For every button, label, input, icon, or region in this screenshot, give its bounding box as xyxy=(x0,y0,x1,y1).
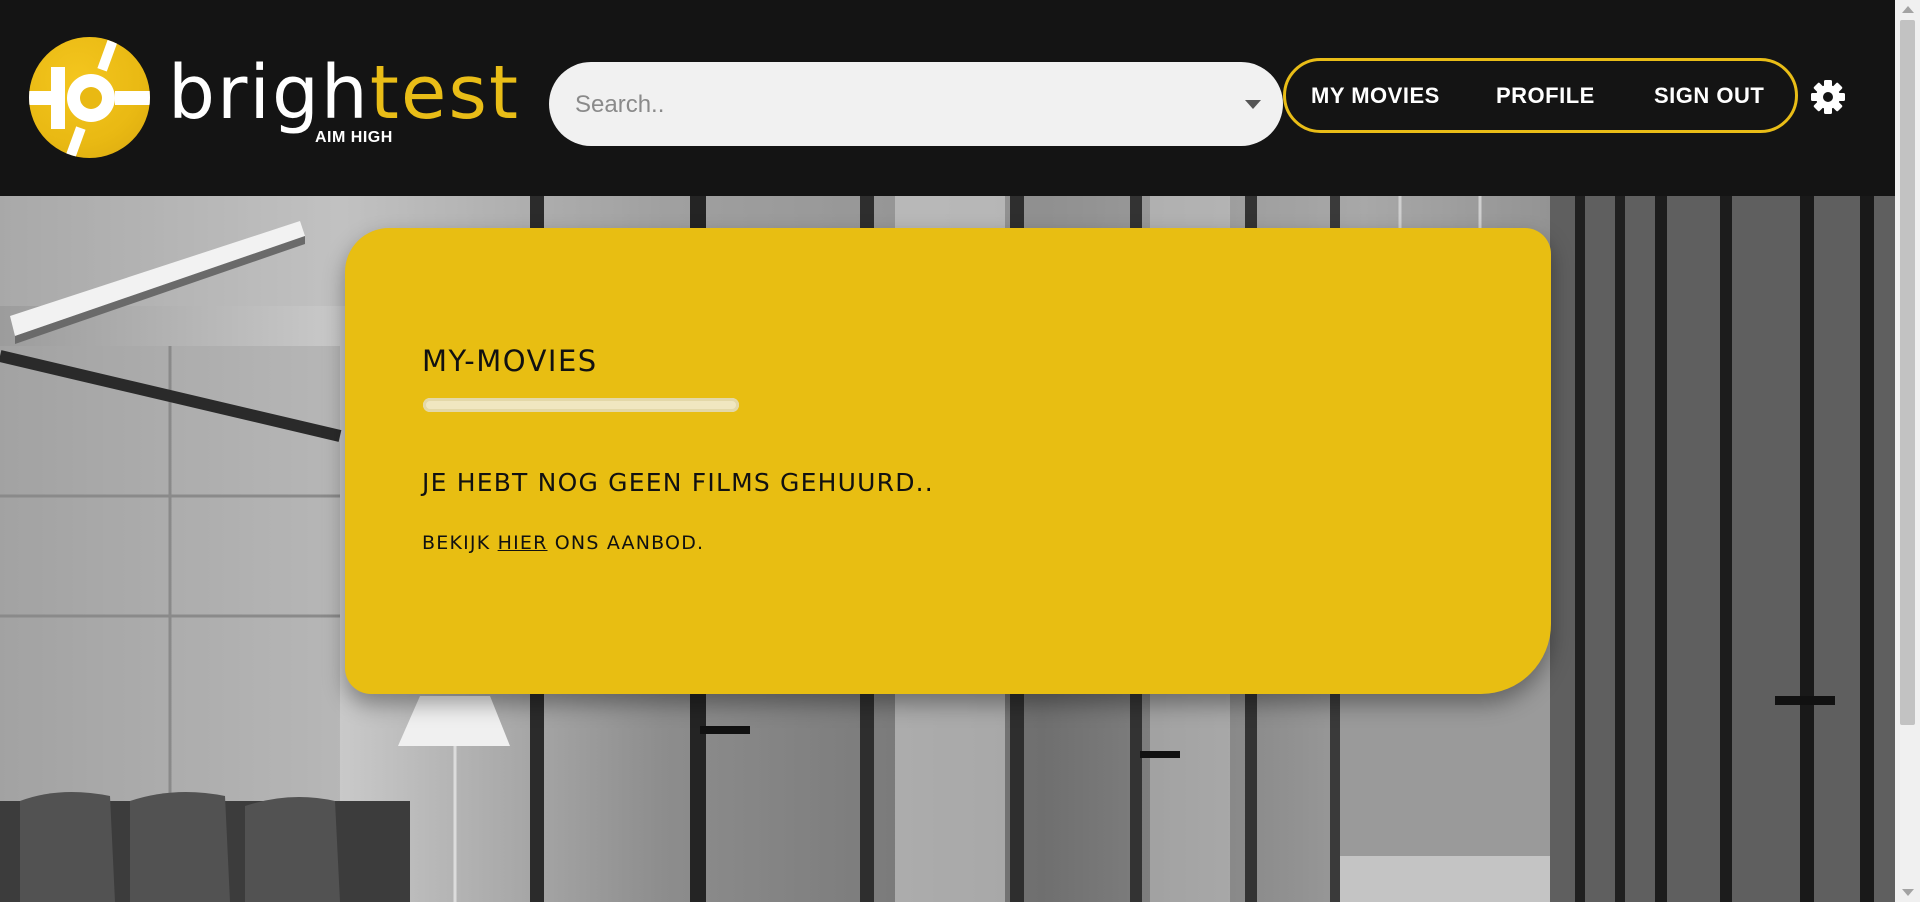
header: brightest AIM HIGH MY MOVIES PROFILE SIG… xyxy=(0,0,1895,196)
nav-my-movies[interactable]: MY MOVIES xyxy=(1311,61,1440,130)
page-title: MY-MOVIES xyxy=(422,344,598,378)
brand-logo[interactable]: brightest AIM HIGH xyxy=(29,37,518,161)
empty-state-text-after: ONS AANBOD. xyxy=(547,532,705,554)
brand-name-part2: test xyxy=(369,50,520,136)
caret-down-icon[interactable] xyxy=(1245,100,1261,109)
search-bar xyxy=(549,62,1283,148)
scroll-up-icon[interactable] xyxy=(1902,6,1914,13)
title-divider xyxy=(423,398,739,412)
page: brightest AIM HIGH MY MOVIES PROFILE SIG… xyxy=(0,0,1920,902)
empty-state-text: BEKIJK HIER ONS AANBOD. xyxy=(422,532,704,554)
brand-tagline: AIM HIGH xyxy=(315,129,393,146)
scroll-down-icon[interactable] xyxy=(1902,889,1914,896)
scrollbar-thumb[interactable] xyxy=(1900,20,1915,725)
browse-catalog-link[interactable]: HIER xyxy=(498,532,548,554)
empty-state-heading: JE HEBT NOG GEEN FILMS GEHUURD.. xyxy=(422,468,934,497)
search-input[interactable] xyxy=(573,62,1217,148)
gear-icon[interactable] xyxy=(1811,80,1845,114)
brand-name-part1: brigh xyxy=(168,50,370,136)
nav-sign-out[interactable]: SIGN OUT xyxy=(1654,61,1764,130)
logo-mark-icon xyxy=(29,37,150,158)
main-nav: MY MOVIES PROFILE SIGN OUT xyxy=(1283,58,1798,133)
nav-profile[interactable]: PROFILE xyxy=(1496,61,1595,130)
page-scrollbar[interactable] xyxy=(1895,0,1920,902)
brand-wordmark: brightest xyxy=(168,53,520,133)
my-movies-card: MY-MOVIES JE HEBT NOG GEEN FILMS GEHUURD… xyxy=(345,228,1551,694)
empty-state-text-before: BEKIJK xyxy=(422,532,498,554)
